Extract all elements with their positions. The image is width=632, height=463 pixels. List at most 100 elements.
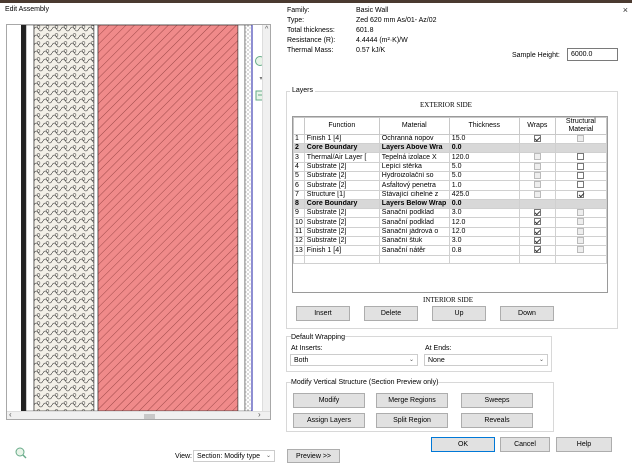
scroll-up-arrow-icon[interactable]: ^ (265, 26, 268, 33)
wraps-cell[interactable] (518, 217, 556, 228)
layer-thickness-cell[interactable]: 15.0 (448, 133, 520, 145)
structural-material-cell[interactable] (554, 226, 607, 238)
structural-material-checkbox[interactable] (577, 191, 585, 198)
wraps-checkbox[interactable] (533, 135, 541, 142)
layer-material-cell[interactable]: Asfaltový penetra (378, 180, 450, 191)
help-zoom-icon[interactable] (14, 447, 28, 461)
layer-thickness-cell[interactable]: 5.0 (448, 161, 520, 173)
wraps-cell[interactable] (518, 133, 556, 145)
wraps-cell[interactable] (518, 152, 556, 163)
layer-thickness-cell[interactable]: 120.0 (448, 152, 520, 163)
wraps-cell[interactable] (518, 143, 556, 154)
wraps-cell[interactable] (518, 189, 556, 201)
structural-material-cell[interactable] (554, 152, 607, 163)
up-button[interactable]: Up (432, 306, 486, 321)
down-button[interactable]: Down (500, 306, 554, 321)
sweeps-button[interactable]: Sweeps (461, 393, 533, 408)
structural-material-cell[interactable] (554, 217, 607, 228)
structural-material-cell[interactable] (554, 208, 607, 219)
wraps-checkbox[interactable] (533, 246, 541, 254)
layer-material-cell[interactable]: Tepelná izolace X (378, 152, 450, 163)
merge-regions-button[interactable]: Merge Regions (376, 393, 448, 408)
layer-function-cell[interactable]: Finish 1 [4] (303, 245, 380, 256)
layer-thickness-cell[interactable]: 12.0 (448, 226, 520, 238)
layer-material-cell[interactable]: Ochranná nopov (378, 133, 450, 145)
modify-button[interactable]: Modify (293, 393, 365, 408)
layer-row[interactable]: 8 Core Boundary Layers Below Wrap 0.0 (293, 199, 607, 210)
layer-material-cell[interactable]: Sanační podklad (378, 208, 450, 219)
layer-thickness-cell[interactable]: 0.0 (448, 143, 520, 154)
layer-row[interactable]: 10 Substrate [2] Sanační podklad 12.0 (293, 217, 607, 228)
structural-material-cell[interactable] (554, 171, 607, 182)
wraps-cell[interactable] (518, 171, 556, 182)
layer-material-cell[interactable]: Sanační štuk (378, 236, 450, 247)
wraps-cell[interactable] (518, 236, 556, 247)
layer-row[interactable]: 11 Substrate [2] Sanační jádrová o 12.0 (293, 226, 607, 238)
wraps-checkbox[interactable] (533, 237, 541, 245)
preview-vertical-scrollbar[interactable]: ^ (262, 25, 270, 419)
material-column-header[interactable]: Material (378, 117, 450, 135)
layer-row[interactable]: 6 Substrate [2] Asfaltový penetra 1.0 (293, 180, 607, 191)
ok-button[interactable]: OK (431, 437, 495, 452)
layer-material-cell[interactable]: Hydroizolační so (378, 171, 450, 182)
wraps-cell[interactable] (518, 208, 556, 219)
wraps-cell[interactable] (518, 226, 556, 238)
wraps-column-header[interactable]: Wraps (518, 117, 556, 135)
layer-thickness-cell[interactable]: 5.0 (448, 171, 520, 182)
layer-material-cell[interactable]: Lepící stěrka (378, 161, 450, 173)
layer-row[interactable]: 5 Substrate [2] Hydroizolační so 5.0 (293, 171, 607, 182)
wraps-checkbox[interactable] (533, 228, 541, 235)
insert-button[interactable]: Insert (296, 306, 350, 321)
structural-material-cell[interactable] (554, 180, 607, 191)
layer-thickness-cell[interactable]: 3.0 (448, 208, 520, 219)
thickness-column-header[interactable]: Thickness (448, 117, 520, 135)
layer-function-cell[interactable]: Substrate [2] (303, 217, 380, 228)
wraps-cell[interactable] (518, 161, 556, 173)
wraps-cell[interactable] (518, 180, 556, 191)
function-column-header[interactable]: Function (303, 117, 380, 135)
delete-button[interactable]: Delete (364, 306, 418, 321)
layer-row[interactable]: 13 Finish 1 [4] Sanační nátěr 0.8 (293, 245, 607, 256)
layer-material-cell[interactable]: Sanační nátěr (378, 245, 450, 256)
layer-row[interactable]: 3 Thermal/Air Layer [Tepelná izolace X 120… (293, 152, 607, 163)
structural-material-cell[interactable] (554, 236, 607, 247)
preview-horizontal-scrollbar[interactable]: ‹ › (7, 410, 270, 419)
view-dropdown[interactable]: Section: Modify type ⌄ (193, 450, 275, 462)
wraps-checkbox[interactable] (533, 209, 541, 217)
layers-table[interactable]: Function Material Thickness Wraps Struct… (292, 116, 608, 293)
structural-material-cell[interactable] (554, 189, 607, 201)
layer-function-cell[interactable]: Substrate [2] (303, 208, 380, 219)
layer-thickness-cell[interactable]: 425.0 (448, 189, 520, 201)
structural-material-cell[interactable] (554, 199, 607, 210)
layer-function-cell[interactable]: Structure [1] (303, 189, 380, 201)
cancel-button[interactable]: Cancel (500, 437, 550, 452)
preview-button[interactable]: Preview >> (287, 449, 340, 463)
layer-thickness-cell[interactable]: 12.0 (448, 217, 520, 228)
reveals-button[interactable]: Reveals (461, 413, 533, 428)
layer-thickness-cell[interactable]: 1.0 (448, 180, 520, 191)
help-button[interactable]: Help (556, 437, 612, 452)
structural-material-cell[interactable] (554, 133, 607, 145)
layer-function-cell[interactable]: Substrate [2] (303, 161, 380, 173)
wraps-cell[interactable] (518, 199, 556, 210)
structural-material-cell[interactable] (554, 161, 607, 173)
layer-row[interactable]: 4 Substrate [2] Lepící stěrka 5.0 (293, 161, 607, 173)
sample-height-input[interactable] (567, 48, 618, 61)
split-region-button[interactable]: Split Region (376, 413, 448, 428)
layer-function-cell[interactable]: Substrate [2] (303, 226, 380, 238)
layer-function-cell[interactable]: Substrate [2] (303, 171, 380, 182)
layer-function-cell[interactable]: Core Boundary (303, 143, 380, 154)
layer-material-cell[interactable]: Layers Below Wrap (378, 199, 450, 210)
structural-material-checkbox[interactable] (577, 172, 585, 180)
layer-row[interactable]: 2 Core Boundary Layers Above Wra 0.0 (293, 143, 607, 154)
layer-material-cell[interactable]: Stávající cihelné z (378, 189, 450, 201)
section-preview[interactable]: ▾ ^ ‹ › (6, 24, 271, 420)
structural-material-checkbox[interactable] (577, 153, 585, 161)
layer-material-cell[interactable]: Sanační jádrová o (378, 226, 450, 238)
at-ends-dropdown[interactable]: None ⌄ (424, 354, 548, 366)
layer-function-cell[interactable]: Substrate [2] (303, 236, 380, 247)
structural-material-checkbox[interactable] (577, 163, 585, 170)
layer-row[interactable]: 12 Substrate [2] Sanační štuk 3.0 (293, 236, 607, 247)
structural-material-cell[interactable] (554, 245, 607, 256)
structural-material-checkbox[interactable] (577, 181, 585, 189)
